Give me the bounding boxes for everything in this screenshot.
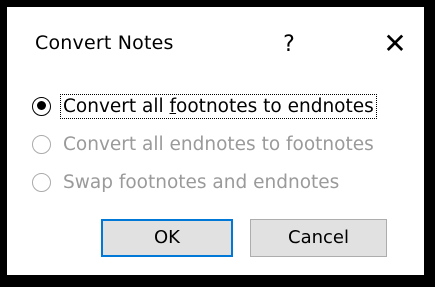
close-button[interactable]: ✕ bbox=[372, 21, 418, 67]
dialog-title: Convert Notes bbox=[35, 32, 174, 54]
radio-button[interactable] bbox=[32, 172, 51, 192]
option-label: Swap footnotes and endnotes bbox=[63, 171, 340, 193]
option-label: Convert all footnotes to endnotes bbox=[60, 93, 377, 119]
option-label: Convert all endnotes to footnotes bbox=[63, 133, 374, 155]
help-button[interactable]: ? bbox=[269, 25, 309, 65]
cancel-button[interactable]: Cancel bbox=[250, 219, 387, 257]
option-swap-notes[interactable]: Swap footnotes and endnotes bbox=[32, 167, 341, 197]
radio-button[interactable] bbox=[32, 134, 51, 154]
close-icon: ✕ bbox=[383, 27, 407, 60]
convert-notes-dialog: Convert Notes ? ✕ Convert all footnotes … bbox=[0, 0, 435, 287]
title-bar: Convert Notes ? ✕ bbox=[7, 7, 424, 77]
option-footnotes-to-endnotes[interactable]: Convert all footnotes to endnotes bbox=[32, 91, 377, 121]
radio-button-selected[interactable] bbox=[32, 96, 51, 116]
option-endnotes-to-footnotes[interactable]: Convert all endnotes to footnotes bbox=[32, 129, 376, 159]
ok-button[interactable]: OK bbox=[101, 219, 233, 257]
